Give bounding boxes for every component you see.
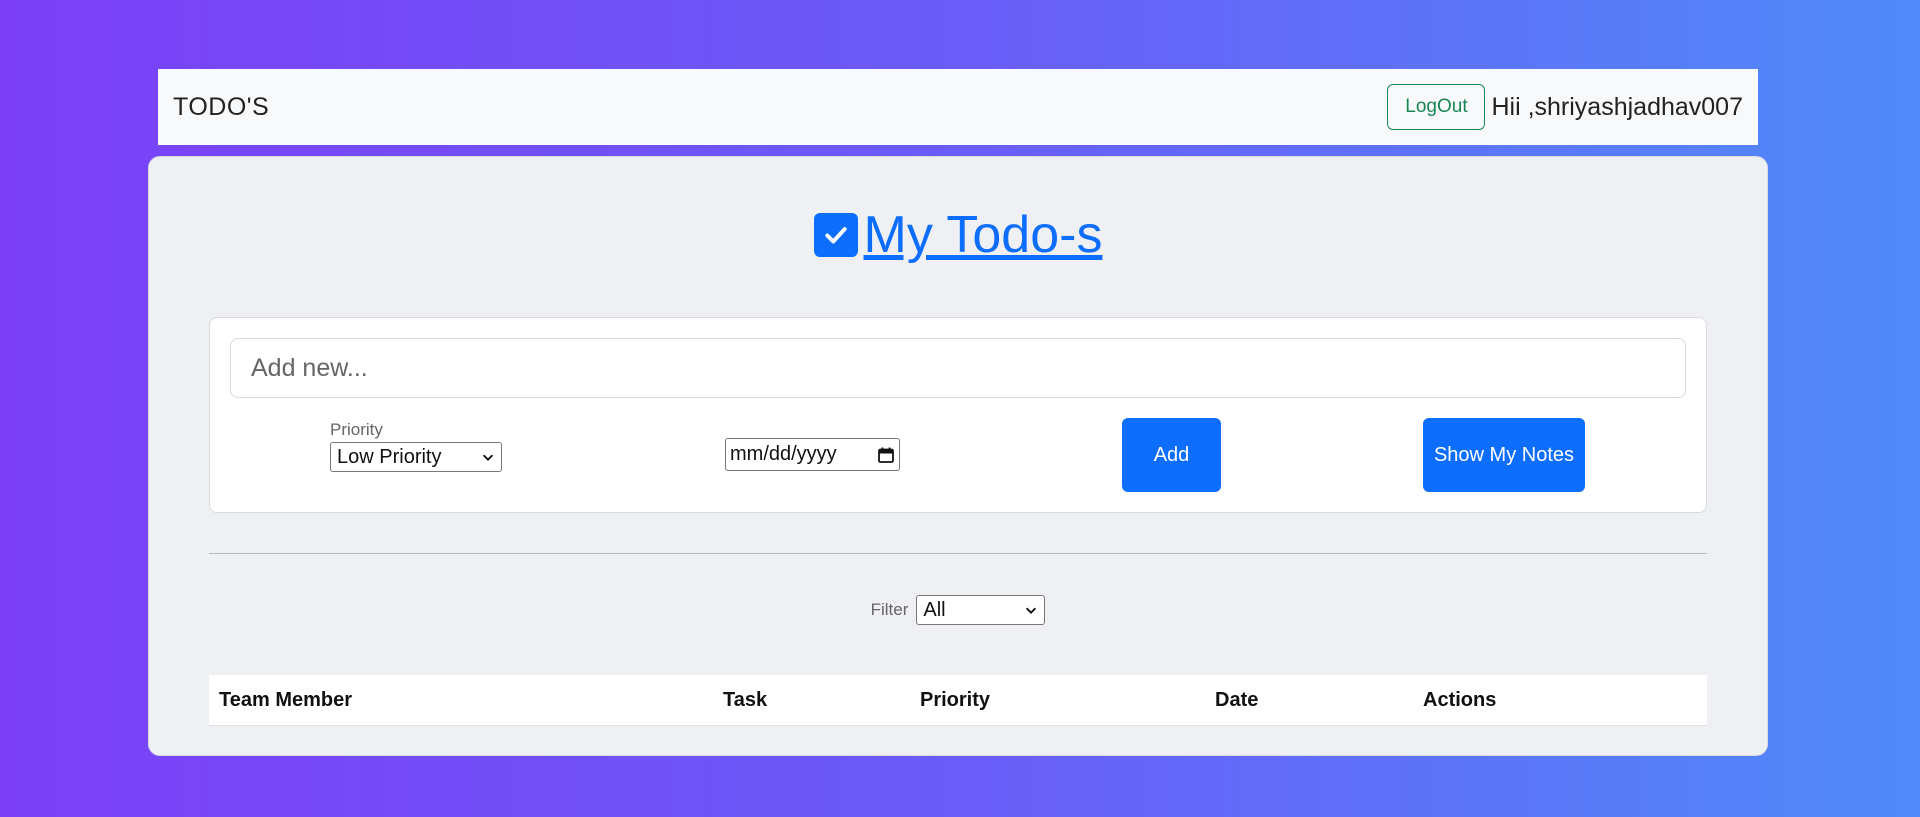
logout-button[interactable]: LogOut — [1387, 84, 1486, 130]
add-todo-form: Priority Low Priority mm/dd/yyyy Add Sho… — [209, 317, 1707, 513]
column-header-task: Task — [723, 689, 768, 711]
page-heading: My Todo-s — [149, 209, 1767, 261]
filter-select[interactable]: All — [916, 595, 1046, 625]
show-notes-button[interactable]: Show My Notes — [1423, 418, 1585, 492]
filter-label: Filter — [870, 600, 909, 619]
divider — [209, 553, 1707, 554]
main-card: My Todo-s Priority Low Priority mm/dd/yy… — [148, 156, 1768, 756]
navbar: TODO'S LogOut Hii ,shriyashjadhav007 — [158, 69, 1758, 145]
priority-group: Priority Low Priority — [330, 420, 502, 472]
checkbox-checked-icon — [813, 213, 858, 257]
brand-title[interactable]: TODO'S — [173, 93, 269, 122]
due-date-input[interactable]: mm/dd/yyyy — [725, 438, 900, 471]
priority-label: Priority — [330, 420, 383, 439]
priority-select[interactable]: Low Priority — [330, 442, 502, 472]
todo-table-header: Team Member Task Priority Date Actions — [209, 675, 1707, 726]
filter-selected-value: All — [923, 598, 946, 621]
column-header-date: Date — [1215, 689, 1259, 711]
column-header-actions: Actions — [1423, 689, 1497, 711]
page-title[interactable]: My Todo-s — [864, 209, 1103, 261]
user-greeting: Hii ,shriyashjadhav007 — [1491, 92, 1743, 121]
navbar-right: LogOut Hii ,shriyashjadhav007 — [1387, 84, 1743, 130]
filter-group: Filter All — [149, 595, 1767, 625]
add-button[interactable]: Add — [1122, 418, 1221, 492]
date-placeholder: mm/dd/yyyy — [730, 443, 837, 465]
chevron-down-icon — [1026, 607, 1037, 614]
chevron-down-icon — [482, 454, 494, 461]
calendar-icon[interactable] — [877, 446, 895, 464]
add-new-input[interactable] — [230, 338, 1686, 398]
column-header-priority: Priority — [920, 689, 991, 711]
column-header-team-member: Team Member — [219, 689, 353, 711]
priority-selected-value: Low Priority — [337, 445, 442, 468]
